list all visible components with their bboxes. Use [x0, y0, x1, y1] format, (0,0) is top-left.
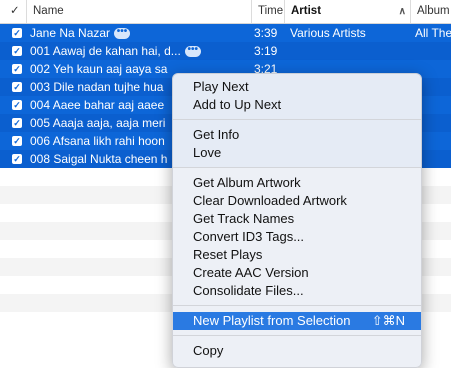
checkbox-icon[interactable]: ✓ [12, 154, 22, 164]
menu-item-love[interactable]: Love [173, 144, 421, 162]
checkbox-icon[interactable]: ✓ [12, 100, 22, 110]
column-artist[interactable]: Artist ∧ [284, 0, 410, 23]
column-time[interactable]: Time [251, 0, 284, 23]
column-album[interactable]: Album [410, 0, 451, 23]
menu-item-add-to-up-next[interactable]: Add to Up Next [173, 96, 421, 114]
checkbox-icon[interactable]: ✓ [12, 136, 22, 146]
track-artist: Various Artists [290, 26, 366, 40]
menu-separator [173, 335, 421, 336]
checkbox-icon[interactable]: ✓ [12, 28, 22, 38]
menu-item-consolidate-files[interactable]: Consolidate Files... [173, 282, 421, 300]
menu-item-create-aac-version[interactable]: Create AAC Version [173, 264, 421, 282]
menu-item-get-info[interactable]: Get Info [173, 126, 421, 144]
menu-item-clear-downloaded-artwork[interactable]: Clear Downloaded Artwork [173, 192, 421, 210]
more-options-icon[interactable]: ••• [114, 27, 131, 40]
checkbox-icon[interactable]: ✓ [12, 64, 22, 74]
column-artist-label: Artist [291, 5, 322, 17]
menu-item-label: New Playlist from Selection [193, 313, 351, 328]
menu-item-get-album-artwork[interactable]: Get Album Artwork [173, 174, 421, 192]
keyboard-shortcut: ⇧⌘N [371, 313, 405, 328]
column-check[interactable]: ✓ [0, 0, 26, 23]
menu-item-convert-id3-tags[interactable]: Convert ID3 Tags... [173, 228, 421, 246]
track-row[interactable]: ✓ 001 Aawaj de kahan hai, d... ••• 3:19 [0, 42, 451, 60]
track-row[interactable]: ✓ Jane Na Nazar ••• 3:39 Various Artists … [0, 24, 451, 42]
checkbox-icon[interactable]: ✓ [12, 82, 22, 92]
menu-separator [173, 305, 421, 306]
checkbox-icon[interactable]: ✓ [12, 118, 22, 128]
menu-item-new-playlist-from-selection[interactable]: New Playlist from Selection ⇧⌘N [173, 312, 421, 330]
checkbox-icon[interactable]: ✓ [12, 46, 22, 56]
track-time: 3:39 [254, 26, 278, 40]
context-menu: Play Next Add to Up Next Get Info Love G… [172, 73, 422, 368]
menu-separator [173, 119, 421, 120]
menu-item-reset-plays[interactable]: Reset Plays [173, 246, 421, 264]
track-album: All The [415, 26, 451, 40]
menu-separator [173, 167, 421, 168]
chevron-up-icon: ∧ [398, 6, 406, 17]
menu-item-copy[interactable]: Copy [173, 342, 421, 360]
track-time: 3:19 [254, 44, 278, 58]
column-name[interactable]: Name [26, 0, 251, 23]
track-name: 001 Aawaj de kahan hai, d... ••• [30, 42, 240, 60]
menu-item-play-next[interactable]: Play Next [173, 78, 421, 96]
more-options-icon[interactable]: ••• [184, 45, 201, 58]
track-name: Jane Na Nazar ••• [30, 24, 240, 42]
column-header: ✓ Name Time Artist ∧ Album [0, 0, 451, 24]
menu-item-get-track-names[interactable]: Get Track Names [173, 210, 421, 228]
